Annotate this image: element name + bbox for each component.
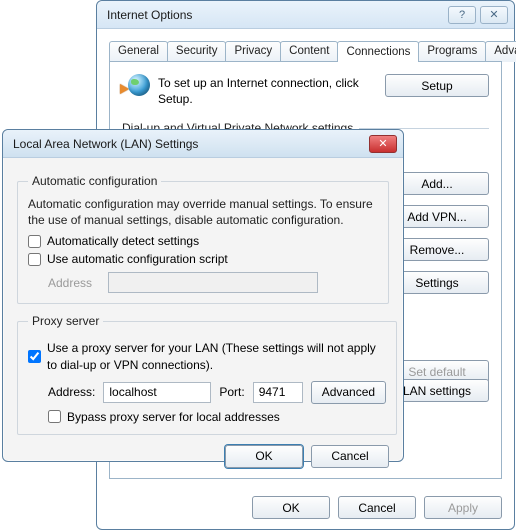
proxy-legend: Proxy server xyxy=(28,314,103,328)
proxy-port-input[interactable] xyxy=(253,382,303,403)
tab-connections[interactable]: Connections xyxy=(337,41,419,62)
io-apply-button[interactable]: Apply xyxy=(424,496,502,519)
auto-detect-checkbox-row[interactable]: Automatically detect settings xyxy=(28,234,378,248)
tab-general[interactable]: General xyxy=(109,41,168,62)
tab-programs[interactable]: Programs xyxy=(418,41,486,62)
proxy-address-label: Address: xyxy=(48,385,95,399)
auto-script-checkbox[interactable] xyxy=(28,253,41,266)
io-tabstrip: General Security Privacy Content Connect… xyxy=(109,41,502,62)
auto-address-label: Address xyxy=(48,276,100,290)
io-title: Internet Options xyxy=(107,8,444,22)
lan-title: Local Area Network (LAN) Settings xyxy=(13,137,365,151)
io-cancel-button[interactable]: Cancel xyxy=(338,496,416,519)
auto-description: Automatic configuration may override man… xyxy=(28,196,378,228)
tab-content[interactable]: Content xyxy=(280,41,338,62)
lan-titlebar[interactable]: Local Area Network (LAN) Settings ✕ xyxy=(3,130,403,158)
bypass-local-checkbox[interactable] xyxy=(48,410,61,423)
lan-cancel-button[interactable]: Cancel xyxy=(311,445,389,468)
proxy-server-group: Proxy server Use a proxy server for your… xyxy=(17,314,397,434)
setup-button[interactable]: Setup xyxy=(385,74,489,97)
auto-script-label: Use automatic configuration script xyxy=(47,252,228,266)
io-ok-button[interactable]: OK xyxy=(252,496,330,519)
auto-script-checkbox-row[interactable]: Use automatic configuration script xyxy=(28,252,378,266)
proxy-advanced-button[interactable]: Advanced xyxy=(311,381,386,404)
auto-address-input xyxy=(108,272,318,293)
tab-privacy[interactable]: Privacy xyxy=(225,41,281,62)
use-proxy-label: Use a proxy server for your LAN (These s… xyxy=(47,340,386,372)
tab-security[interactable]: Security xyxy=(167,41,227,62)
lan-ok-button[interactable]: OK xyxy=(225,445,303,468)
io-titlebar[interactable]: Internet Options ? ✕ xyxy=(97,1,514,29)
setup-description: To set up an Internet connection, click … xyxy=(158,74,377,107)
bypass-local-checkbox-row[interactable]: Bypass proxy server for local addresses xyxy=(48,410,386,424)
auto-legend: Automatic configuration xyxy=(28,174,161,188)
globe-icon xyxy=(122,74,150,102)
auto-detect-label: Automatically detect settings xyxy=(47,234,199,248)
use-proxy-checkbox-row[interactable]: Use a proxy server for your LAN (These s… xyxy=(28,340,386,372)
lan-settings-window: Local Area Network (LAN) Settings ✕ Auto… xyxy=(2,129,404,462)
tab-advanced[interactable]: Advanced xyxy=(485,41,516,62)
help-button[interactable]: ? xyxy=(448,6,476,24)
automatic-configuration-group: Automatic configuration Automatic config… xyxy=(17,174,389,304)
proxy-address-input[interactable] xyxy=(103,382,211,403)
io-close-button[interactable]: ✕ xyxy=(480,6,508,24)
bypass-local-label: Bypass proxy server for local addresses xyxy=(67,410,280,424)
use-proxy-checkbox[interactable] xyxy=(28,350,41,363)
lan-close-button[interactable]: ✕ xyxy=(369,135,397,153)
auto-detect-checkbox[interactable] xyxy=(28,235,41,248)
proxy-port-label: Port: xyxy=(219,385,244,399)
